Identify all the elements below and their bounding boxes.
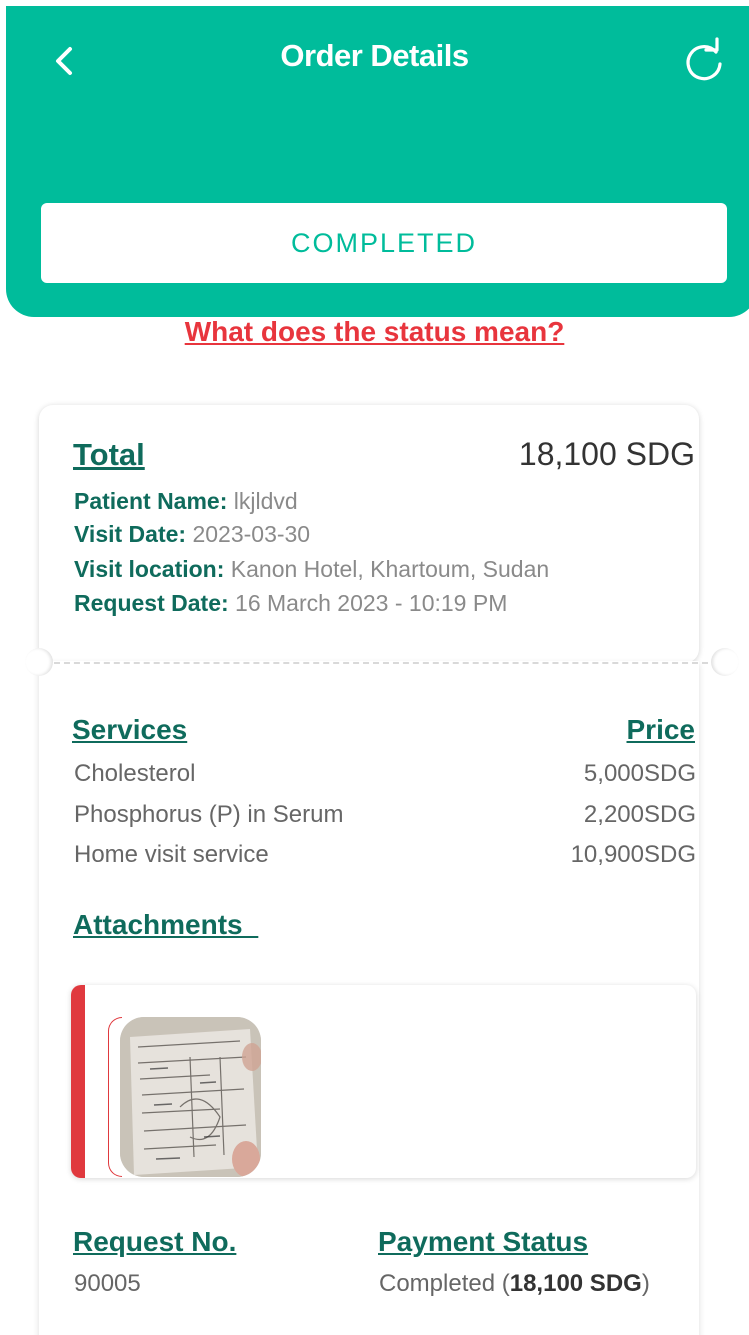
patient-name-value: lkjldvd	[233, 488, 298, 514]
service-name: Cholesterol	[74, 760, 196, 787]
status-badge: COMPLETED	[41, 203, 727, 283]
patient-name-line: Patient Name: lkjldvd	[74, 488, 298, 515]
request-date-value: 16 March 2023 - 10:19 PM	[235, 590, 508, 616]
visit-location-value: Kanon Hotel, Khartoum, Sudan	[230, 556, 550, 582]
visit-date-value: 2023-03-30	[192, 521, 311, 547]
refresh-icon	[686, 37, 722, 81]
visit-location-key: Visit location:	[74, 556, 225, 582]
patient-name-key: Patient Name:	[74, 488, 228, 514]
total-value: 18,100 SDG	[518, 436, 695, 472]
payment-status-label: Payment Status	[378, 1226, 589, 1257]
attachments-header: Attachments_	[73, 909, 259, 940]
ticket-divider	[54, 662, 708, 664]
status-label: COMPLETED	[290, 227, 478, 258]
services-header: Services	[72, 714, 188, 745]
service-price: 5,000SDG	[583, 760, 696, 787]
visit-date-line: Visit Date: 2023-03-30	[74, 521, 310, 548]
ticket-notch-left	[25, 648, 53, 676]
document-photo-thumbnail	[120, 1017, 261, 1177]
ticket-notch-right	[711, 648, 739, 676]
request-date-key: Request Date:	[74, 590, 229, 616]
attachment-thumbnail[interactable]	[108, 1017, 261, 1177]
attachment-accent-bar	[71, 985, 85, 1178]
total-label: Total	[73, 437, 145, 472]
payment-status-value: Completed (18,100 SDG)	[379, 1270, 650, 1298]
payment-status-close: )	[641, 1270, 650, 1297]
refresh-button[interactable]	[676, 36, 732, 86]
service-price: 10,900SDG	[570, 841, 696, 868]
attachment-card	[71, 985, 696, 1178]
service-name: Home visit service	[74, 841, 269, 868]
service-name: Phosphorus (P) in Serum	[74, 801, 344, 828]
request-number-value: 90005	[74, 1270, 141, 1297]
page-title: Order Details	[280, 38, 469, 73]
status-help-link[interactable]: What does the status mean?	[0, 316, 749, 348]
service-price: 2,200SDG	[583, 801, 696, 828]
visit-location-line: Visit location: Kanon Hotel, Khartoum, S…	[74, 556, 549, 583]
price-header: Price	[626, 714, 696, 745]
payment-status-text: Completed (	[379, 1270, 510, 1297]
payment-amount: 18,100 SDG	[509, 1270, 642, 1297]
visit-date-key: Visit Date:	[74, 521, 187, 547]
request-number-label: Request No.	[73, 1226, 237, 1257]
request-date-line: Request Date: 16 March 2023 - 10:19 PM	[74, 590, 507, 617]
